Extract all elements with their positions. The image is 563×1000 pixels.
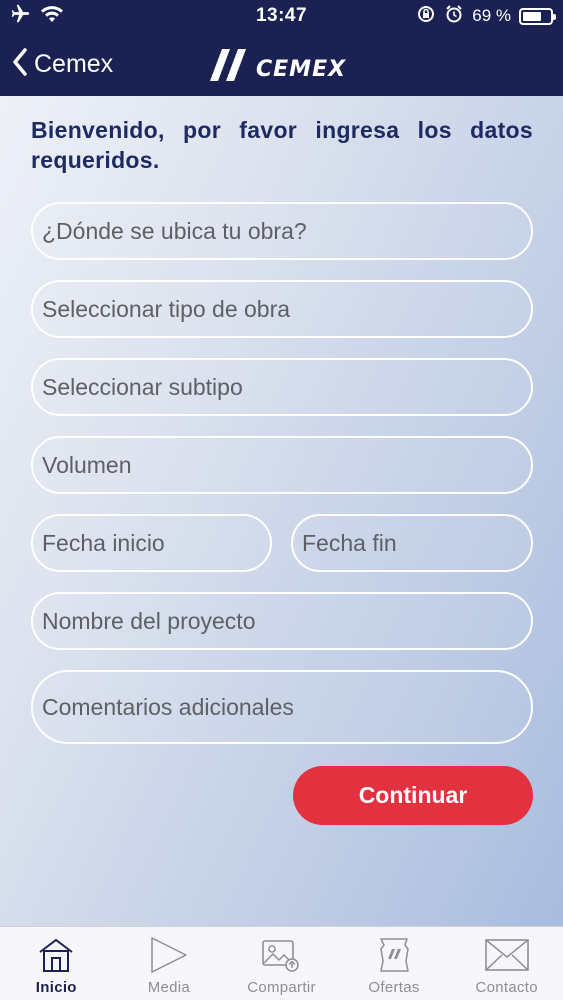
tab-label: Contacto bbox=[475, 979, 538, 996]
chevron-left-icon bbox=[12, 47, 28, 81]
subtype-select[interactable]: Seleccionar subtipo bbox=[31, 358, 533, 416]
tab-label: Media bbox=[147, 979, 191, 996]
envelope-icon bbox=[484, 935, 530, 975]
location-field[interactable]: ¿Dónde se ubica tu obra? bbox=[31, 202, 533, 260]
tab-inicio[interactable]: Inicio bbox=[0, 927, 113, 1000]
battery-level bbox=[523, 11, 541, 21]
logo-slashes-icon bbox=[210, 49, 246, 81]
back-label: Cemex bbox=[34, 49, 114, 78]
project-name-field[interactable]: Nombre del proyecto bbox=[31, 592, 533, 650]
intro-text: Bienvenido, por favor ingresa los datos … bbox=[31, 117, 533, 173]
battery-percent: 69 % bbox=[472, 6, 511, 25]
home-icon bbox=[37, 935, 75, 975]
rotation-lock-icon bbox=[416, 4, 436, 29]
image-upload-icon bbox=[261, 935, 301, 975]
end-date-field[interactable]: Fecha fin bbox=[291, 514, 533, 572]
cemex-logo: CEMEX bbox=[208, 46, 358, 84]
tab-label: Ofertas bbox=[368, 979, 420, 996]
status-bar: 13:47 69 % bbox=[0, 0, 563, 32]
work-type-select[interactable]: Seleccionar tipo de obra bbox=[31, 280, 533, 338]
tab-media[interactable]: Media bbox=[113, 927, 226, 1000]
play-icon bbox=[149, 935, 189, 975]
back-button[interactable]: Cemex bbox=[12, 47, 114, 81]
volume-field[interactable]: Volumen bbox=[31, 436, 533, 494]
logo-text: CEMEX bbox=[256, 56, 347, 82]
tab-compartir[interactable]: Compartir bbox=[225, 927, 338, 1000]
status-right: 69 % bbox=[416, 4, 556, 29]
tab-contacto[interactable]: Contacto bbox=[450, 927, 563, 1000]
start-date-field[interactable]: Fecha inicio bbox=[31, 514, 272, 572]
comments-field[interactable]: Comentarios adicionales bbox=[31, 670, 533, 744]
app-header: 13:47 69 % Cemex CEMEX bbox=[0, 0, 563, 96]
main-content: Bienvenido, por favor ingresa los datos … bbox=[0, 96, 563, 926]
continue-button[interactable]: Continuar bbox=[293, 766, 533, 825]
tab-label: Inicio bbox=[35, 979, 77, 996]
tab-ofertas[interactable]: Ofertas bbox=[338, 927, 451, 1000]
cemex-bag-icon bbox=[376, 935, 412, 975]
tab-bar: Inicio Media Compartir Ofertas Contacto bbox=[0, 926, 563, 1000]
tab-label: Compartir bbox=[247, 979, 316, 996]
alarm-icon bbox=[444, 4, 464, 29]
battery-icon bbox=[519, 7, 556, 25]
